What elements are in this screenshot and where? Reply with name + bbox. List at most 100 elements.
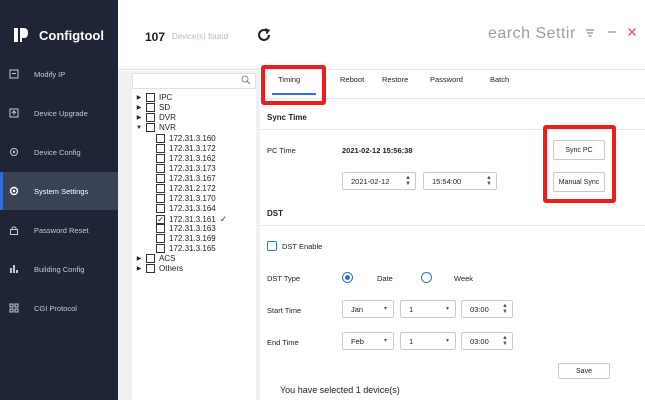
sidebar-item-label: Modify IP	[34, 69, 66, 79]
tree-search-input[interactable]	[132, 73, 256, 89]
tab-reboot[interactable]: Reboot	[340, 75, 364, 84]
tree-group-nvr[interactable]: ▼ NVR	[136, 123, 176, 132]
app-window: Configtool Modify IP Device Upgrade Devi…	[0, 0, 645, 400]
start-time-input[interactable]: 03:00 ▲ ▼	[461, 300, 513, 318]
refresh-icon[interactable]	[255, 26, 273, 44]
search-input[interactable]: earch Settir	[488, 22, 588, 48]
tree-checkbox[interactable]	[146, 254, 155, 263]
tree-checkbox[interactable]	[146, 123, 155, 132]
tree-device[interactable]: 172.31.3.165	[156, 244, 216, 253]
expand-icon[interactable]: ▶	[136, 104, 142, 111]
tree-checkbox[interactable]	[156, 234, 165, 243]
tree-group-dvr[interactable]: ▶ DVR	[136, 113, 176, 122]
minimize-icon[interactable]	[607, 26, 617, 40]
start-month-select[interactable]: Jan ▾	[342, 300, 394, 318]
tree-checkbox[interactable]	[156, 154, 165, 163]
tree-device[interactable]: 172.31.3.164	[156, 204, 216, 213]
save-button[interactable]: Save	[558, 363, 610, 379]
ip-icon	[8, 68, 20, 80]
check-icon: ✓	[219, 214, 228, 224]
sidebar-item-device-upgrade[interactable]: Device Upgrade	[0, 94, 118, 132]
sidebar-item-password-reset[interactable]: Password Reset	[0, 211, 118, 249]
highlight-sync-buttons	[543, 125, 616, 203]
tree-checkbox[interactable]	[156, 134, 165, 143]
tree-checkbox[interactable]	[146, 93, 155, 102]
end-day-select[interactable]: 1 ▾	[400, 332, 456, 350]
tree-device[interactable]: 172.31.3.170	[156, 194, 216, 203]
section-title-sync-time: Sync Time	[267, 113, 307, 122]
tree-device[interactable]: 172.31.3.172	[156, 144, 216, 153]
dst-type-date-label: Date	[377, 274, 393, 283]
upgrade-icon	[8, 107, 20, 119]
date-input[interactable]: 2021-02-12 ▲ ▼	[342, 172, 416, 190]
collapse-icon[interactable]: ▼	[136, 125, 142, 131]
content-area: ▶ IPC ▶ SD ▶ DVR ▼ NVR 172.31.3.160 172.…	[118, 65, 645, 400]
tree-checkbox[interactable]	[156, 164, 165, 173]
expand-icon[interactable]: ▶	[136, 94, 142, 101]
chevron-down-icon: ▾	[445, 306, 449, 312]
sidebar-item-label: Password Reset	[34, 225, 89, 235]
end-time-input[interactable]: 03:00 ▲ ▼	[461, 332, 513, 350]
tree-device[interactable]: 172.31.3.169	[156, 234, 216, 243]
sidebar-item-modify-ip[interactable]: Modify IP	[0, 55, 118, 93]
tab-restore[interactable]: Restore	[382, 75, 408, 84]
highlight-timing-tab	[261, 65, 326, 105]
tree-checkbox[interactable]	[146, 103, 155, 112]
sidebar-item-device-config[interactable]: Device Config	[0, 133, 118, 171]
sidebar: Configtool Modify IP Device Upgrade Devi…	[0, 0, 118, 400]
spinner-icon[interactable]: ▲ ▼	[405, 175, 411, 187]
time-input[interactable]: 15:54:00 ▲ ▼	[423, 172, 497, 190]
expand-icon[interactable]: ▶	[136, 114, 142, 121]
device-count: 107	[145, 30, 166, 44]
expand-icon[interactable]: ▶	[136, 265, 142, 272]
sidebar-item-building-config[interactable]: Building Config	[0, 250, 118, 288]
tree-device[interactable]: 172.31.3.173	[156, 164, 216, 173]
tree-group-sd[interactable]: ▶ SD	[136, 103, 170, 112]
tab-batch[interactable]: Batch	[490, 75, 509, 84]
tree-checkbox[interactable]	[156, 184, 165, 193]
tree-checkbox[interactable]	[156, 244, 165, 253]
dst-enable-checkbox[interactable]	[267, 241, 277, 251]
sidebar-item-system-settings[interactable]: System Settings	[0, 172, 118, 210]
sidebar-item-label: System Settings	[34, 186, 89, 196]
tree-group-acs[interactable]: ▶ ACS	[136, 254, 175, 263]
tree-group-ipc[interactable]: ▶ IPC	[136, 93, 172, 102]
section-divider	[260, 225, 645, 226]
tree-device[interactable]: 172.31.3.163	[156, 224, 216, 233]
spinner-icon[interactable]: ▲ ▼	[502, 335, 508, 347]
start-day-select[interactable]: 1 ▾	[400, 300, 456, 318]
top-bar: 107 Device(s) found earch Settir	[118, 0, 645, 70]
expand-icon[interactable]: ▶	[136, 255, 142, 262]
tree-checkbox[interactable]	[146, 264, 155, 273]
close-icon[interactable]	[627, 26, 637, 40]
end-month-select[interactable]: Feb ▾	[342, 332, 394, 350]
tree-checkbox[interactable]	[146, 113, 155, 122]
sidebar-item-label: Device Upgrade	[34, 108, 88, 118]
search-icon	[241, 75, 251, 88]
tree-checkbox[interactable]	[156, 194, 165, 203]
tree-checkbox-checked[interactable]: ✓	[156, 215, 165, 224]
pc-time-value: 2021-02-12 15:56:38	[342, 146, 413, 155]
tree-checkbox[interactable]	[156, 224, 165, 233]
spinner-icon[interactable]: ▲ ▼	[486, 175, 492, 187]
spinner-icon[interactable]: ▲ ▼	[502, 303, 508, 315]
filter-icon[interactable]	[585, 28, 595, 41]
tree-device[interactable]: 172.31.3.167	[156, 174, 216, 183]
tree-device[interactable]: 172.31.2.172	[156, 184, 216, 193]
chevron-down-icon: ▾	[445, 338, 449, 344]
tree-checkbox[interactable]	[156, 174, 165, 183]
tab-password[interactable]: Password	[430, 75, 463, 84]
sidebar-item-cgi-protocol[interactable]: CGI Protocol	[0, 289, 118, 327]
protocol-icon	[8, 302, 20, 314]
dst-type-date-radio[interactable]	[342, 272, 353, 283]
tree-checkbox[interactable]	[156, 204, 165, 213]
dst-type-label: DST Type	[267, 274, 301, 283]
dst-type-week-radio[interactable]	[421, 272, 432, 283]
tree-group-others[interactable]: ▶ Others	[136, 264, 183, 273]
config-icon	[8, 146, 20, 158]
tree-device[interactable]: 172.31.3.160	[156, 134, 216, 143]
start-time-label: Start Time	[267, 306, 302, 315]
sidebar-item-label: Building Config	[34, 264, 85, 274]
tree-checkbox[interactable]	[156, 144, 165, 153]
tree-device[interactable]: 172.31.3.162	[156, 154, 216, 163]
